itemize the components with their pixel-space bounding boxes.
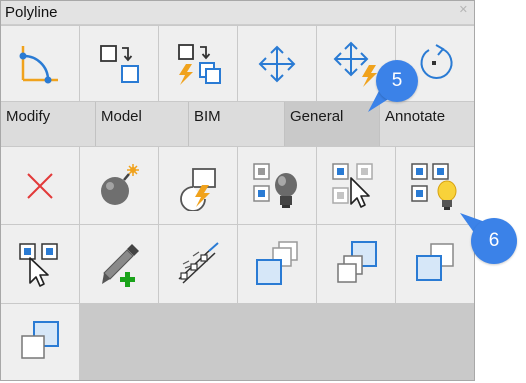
delete-icon xyxy=(27,172,53,199)
hide-objects-button[interactable] xyxy=(317,147,395,224)
send-to-back-icon xyxy=(337,241,377,283)
panel-titlebar[interactable]: Polyline ✕ xyxy=(1,1,474,25)
empty-panel-area xyxy=(81,304,474,380)
tab-label: Model xyxy=(101,108,142,125)
fillet-icon xyxy=(19,45,58,83)
fillet-button[interactable] xyxy=(1,26,79,101)
tab-model[interactable]: Model xyxy=(95,102,188,146)
copy-dynamic-button[interactable] xyxy=(159,26,237,101)
bring-above-icon xyxy=(416,243,454,281)
match-properties-button[interactable] xyxy=(80,225,158,303)
send-under-icon xyxy=(21,321,59,359)
delete-button[interactable] xyxy=(1,147,79,224)
hide-objects-icon xyxy=(332,162,373,208)
copy-dynamic-icon xyxy=(178,43,221,85)
quick-draw-button[interactable] xyxy=(159,147,237,224)
bring-to-front-button[interactable] xyxy=(238,225,316,303)
callout-label: 5 xyxy=(391,70,403,91)
dimension-button[interactable] xyxy=(159,225,237,303)
quick-draw-icon xyxy=(180,167,216,211)
callout-label: 6 xyxy=(488,230,500,251)
tab-bim[interactable]: BIM xyxy=(188,102,284,146)
move-icon xyxy=(258,45,296,82)
isolate-objects-button[interactable] xyxy=(238,147,316,224)
send-under-button[interactable] xyxy=(1,304,79,380)
callout-badge-6: 6 xyxy=(471,218,517,264)
panel-title: Polyline xyxy=(5,4,58,21)
tab-modify[interactable]: Modify xyxy=(1,102,95,146)
callout-badge-5: 5 xyxy=(376,60,418,102)
copy-button[interactable] xyxy=(80,26,158,101)
tab-label: BIM xyxy=(194,108,221,125)
select-similar-icon xyxy=(19,243,58,287)
match-properties-icon xyxy=(102,244,139,287)
isolate-objects-icon xyxy=(253,162,297,208)
select-similar-button[interactable] xyxy=(1,225,79,303)
explode-button[interactable] xyxy=(80,147,158,224)
move-button[interactable] xyxy=(238,26,316,101)
tab-label: Modify xyxy=(6,108,51,125)
copy-icon xyxy=(100,44,139,83)
send-to-back-button[interactable] xyxy=(317,225,395,303)
show-all-objects-icon xyxy=(411,162,457,210)
close-icon[interactable]: ✕ xyxy=(459,4,468,16)
tab-label: General xyxy=(290,108,344,125)
dimension-icon xyxy=(178,242,219,284)
bring-to-front-icon xyxy=(256,241,298,285)
explode-icon xyxy=(101,163,139,205)
